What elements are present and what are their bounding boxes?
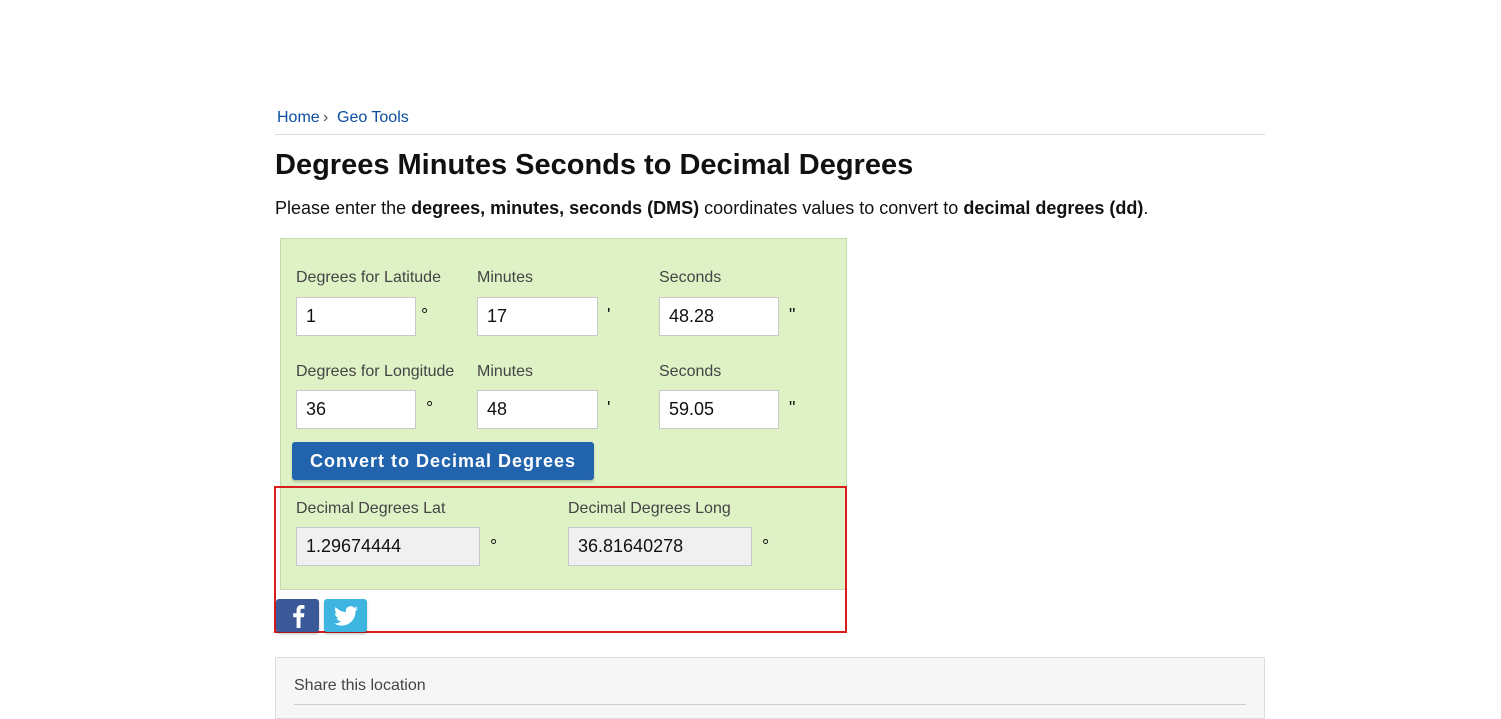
long-minutes-label: Minutes [477, 363, 534, 380]
degree-unit: ° [421, 305, 429, 325]
intro-text: Please enter the degrees, minutes, secon… [275, 198, 1148, 219]
breadcrumb-geo-tools-link[interactable]: Geo Tools [337, 109, 409, 127]
second-unit: " [789, 305, 796, 325]
degree-unit: ° [762, 536, 770, 556]
result-lat-output[interactable]: 1.29674444 [296, 527, 480, 566]
twitter-icon [333, 605, 358, 626]
lat-minutes-label: Minutes [477, 269, 534, 286]
long-degrees-input[interactable]: 36 [296, 390, 416, 429]
lat-seconds-input[interactable]: 48.28 [659, 297, 779, 336]
breadcrumb-separator: › [323, 109, 329, 126]
minute-unit: ' [607, 305, 611, 325]
breadcrumb-home-link[interactable]: Home [277, 109, 320, 127]
intro-part: . [1143, 198, 1149, 218]
facebook-icon [292, 604, 304, 628]
degree-unit: ° [426, 398, 434, 418]
long-minutes-input[interactable]: 48 [477, 390, 598, 429]
lat-minutes-input[interactable]: 17 [477, 297, 598, 336]
result-long-output[interactable]: 36.81640278 [568, 527, 752, 566]
intro-bold-dms: degrees, minutes, seconds (DMS) [411, 198, 700, 218]
degree-unit: ° [490, 536, 498, 556]
long-seconds-input[interactable]: 59.05 [659, 390, 779, 429]
lat-degrees-input[interactable]: 1 [296, 297, 416, 336]
facebook-share-button[interactable] [276, 599, 319, 632]
convert-button[interactable]: Convert to Decimal Degrees [292, 442, 594, 480]
share-panel-title: Share this location [294, 677, 426, 694]
intro-part: Please enter the [275, 198, 412, 218]
converter-panel: Degrees for Latitude Minutes Seconds 1 °… [280, 238, 847, 590]
twitter-share-button[interactable] [324, 599, 367, 632]
second-unit: " [789, 398, 796, 418]
breadcrumb: Home › Geo Tools [275, 108, 1265, 135]
share-location-panel: Share this location [275, 657, 1265, 719]
intro-bold-dd: decimal degrees (dd) [963, 198, 1144, 218]
result-long-label: Decimal Degrees Long [568, 500, 731, 517]
page-title: Degrees Minutes Seconds to Decimal Degre… [275, 149, 914, 181]
lat-degrees-label: Degrees for Latitude [296, 269, 441, 286]
lat-seconds-label: Seconds [659, 269, 722, 286]
minute-unit: ' [607, 398, 611, 418]
intro-part: coordinates values to convert to [699, 198, 964, 218]
long-degrees-label: Degrees for Longitude [296, 363, 455, 380]
long-seconds-label: Seconds [659, 363, 722, 380]
result-lat-label: Decimal Degrees Lat [296, 500, 446, 517]
